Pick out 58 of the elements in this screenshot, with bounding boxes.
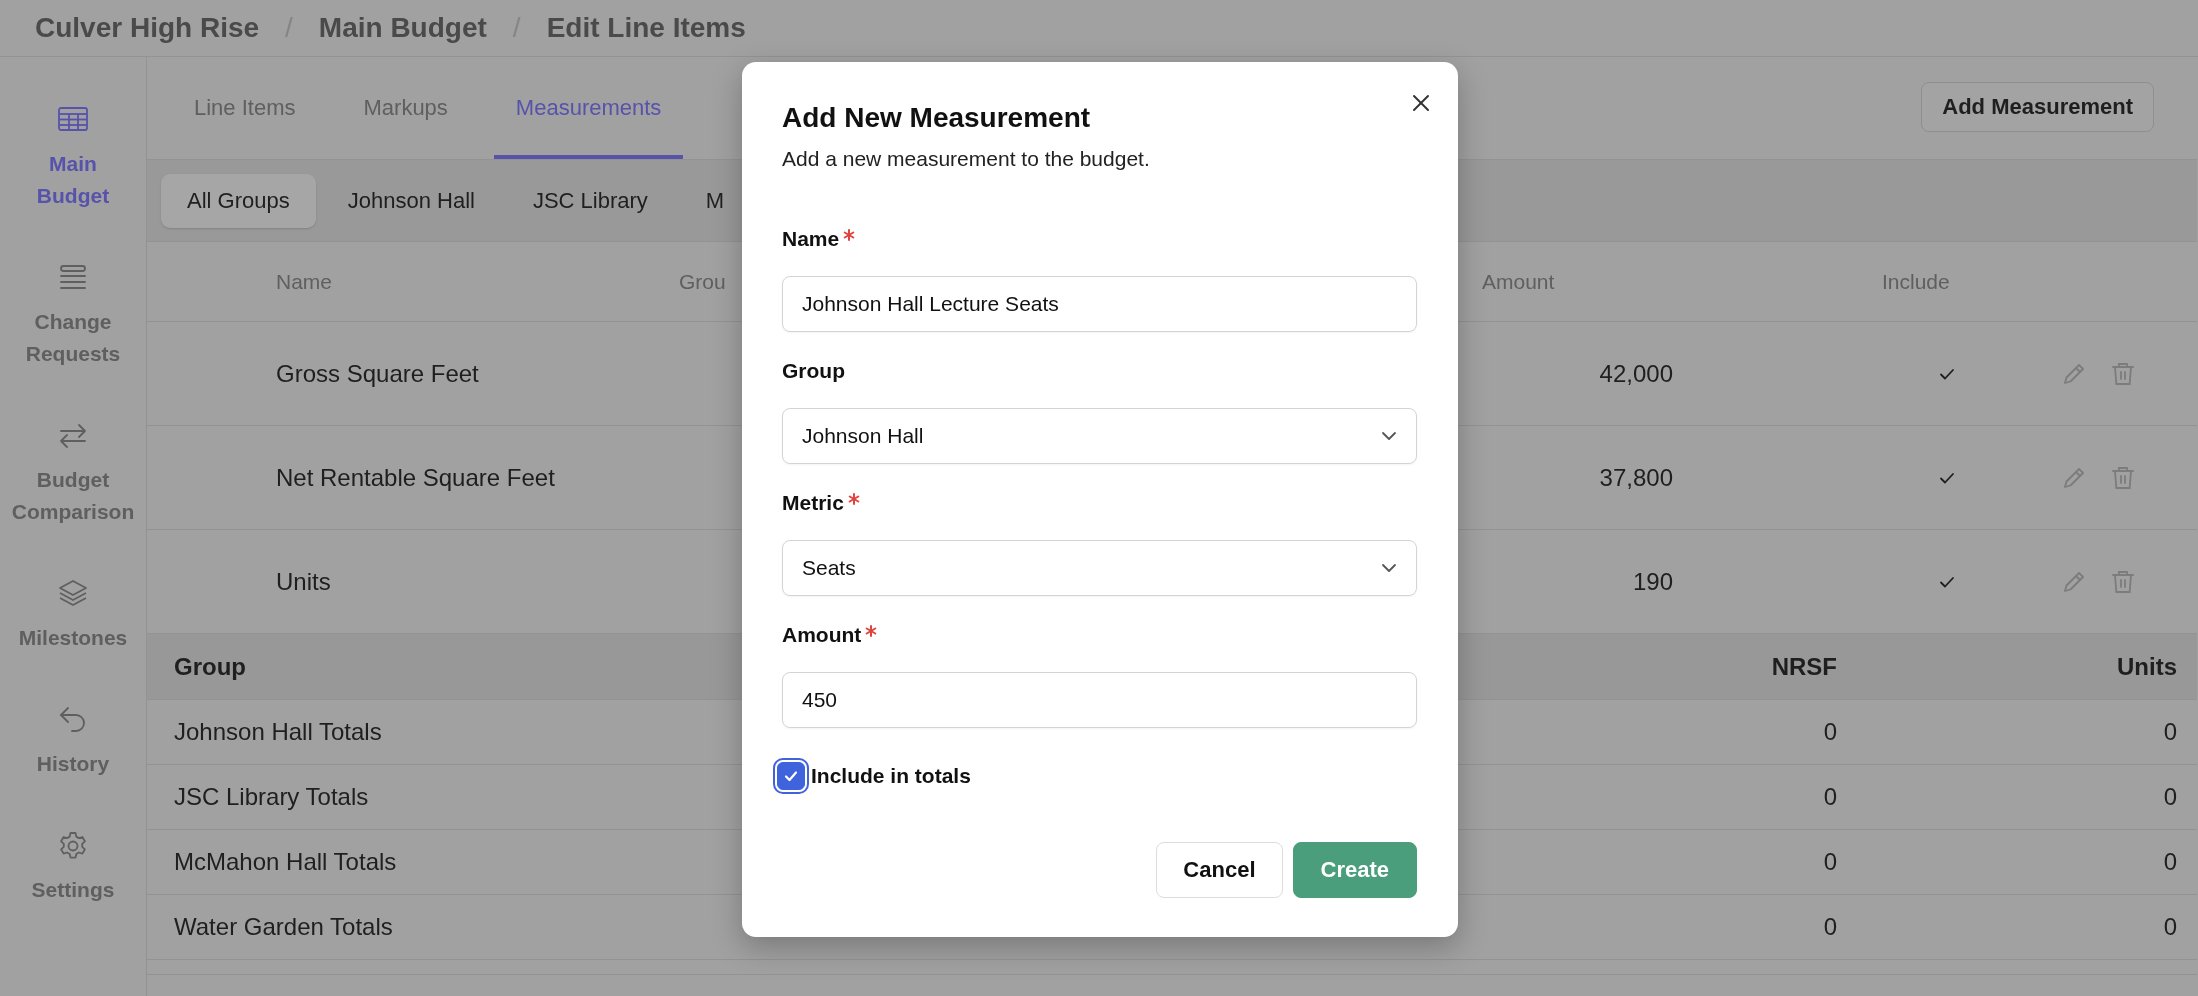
dialog-subtitle: Add a new measurement to the budget. (782, 146, 1151, 172)
table-cell: 0 (2163, 783, 2177, 811)
add-measurement-button[interactable]: Add Measurement (1921, 82, 2154, 132)
breadcrumb-link[interactable]: Main Budget (318, 12, 487, 44)
group-filter-tab[interactable]: JSC Library (506, 173, 674, 228)
field-label: Metric (782, 490, 844, 516)
sidebar-item[interactable]: Budget Comparison (11, 420, 135, 528)
table-cell: 0 (1823, 848, 1837, 876)
check-icon (783, 768, 799, 784)
dialog-title: Add New Measurement (782, 101, 1092, 135)
table-cell: JSC Library Totals (174, 783, 369, 811)
sidebar-item[interactable]: Main Budget (11, 104, 135, 212)
table-cell: 42,000 (1599, 359, 1673, 388)
column-header: Grou (679, 269, 726, 294)
tab[interactable]: Line Items (172, 57, 318, 159)
group-filter-tab[interactable]: Johnson Hall (321, 173, 501, 228)
sidebar-item[interactable]: Settings (11, 830, 135, 906)
table-cell: 37,800 (1599, 463, 1673, 492)
breadcrumb-separator: / (285, 12, 293, 44)
table-cell: Units (276, 567, 331, 596)
column-header: Amount (1482, 269, 1555, 294)
dropdown[interactable]: Seats (782, 540, 1417, 596)
column-header: Units (2117, 652, 2177, 681)
table-cell: 0 (2163, 913, 2177, 941)
input-field[interactable]: Johnson Hall Lecture Seats (782, 276, 1417, 332)
settings-icon (57, 830, 89, 862)
table-cell: 0 (1823, 783, 1837, 811)
close-icon[interactable] (1410, 92, 1432, 114)
column-header: NRSF (1771, 652, 1837, 681)
table-cell: McMahon Hall Totals (174, 848, 397, 876)
table-cell: Water Garden Totals (174, 913, 393, 941)
table-cell: 0 (1823, 718, 1837, 746)
field-label: Name (782, 226, 840, 252)
field-label: Group (782, 358, 845, 384)
breadcrumb-link[interactable]: Culver High Rise (35, 12, 260, 44)
table-cell: 0 (1823, 913, 1837, 941)
breadcrumb-current: Edit Line Items (546, 12, 746, 44)
table-cell: 190 (1632, 567, 1673, 596)
field-label: Amount (782, 622, 862, 648)
column-header: Name (276, 269, 333, 294)
input-field[interactable]: 450 (782, 672, 1417, 728)
table-cell: 0 (2163, 718, 2177, 746)
checkbox-label: Include in totals (811, 764, 971, 788)
create-button[interactable]: Create (1292, 842, 1417, 898)
table-cell: Gross Square Feet (276, 359, 479, 388)
sidebar-item[interactable]: Change Requests (11, 262, 135, 370)
column-header: Group (174, 652, 246, 681)
dropdown[interactable]: Johnson Hall (782, 408, 1417, 464)
sidebar-item[interactable]: Milestones (11, 578, 135, 654)
sidebar-item[interactable]: History (11, 704, 135, 780)
breadcrumb-separator: / (512, 12, 521, 44)
table-cell: Net Rentable Square Feet (276, 463, 555, 492)
table-cell: Johnson Hall Totals (174, 718, 382, 746)
column-header: Include (1882, 269, 1950, 294)
table-cell: 0 (2163, 848, 2177, 876)
tab[interactable]: Markups (341, 57, 470, 159)
cancel-button[interactable]: Cancel (1156, 842, 1283, 898)
group-filter-tab[interactable]: All Groups (161, 173, 316, 228)
